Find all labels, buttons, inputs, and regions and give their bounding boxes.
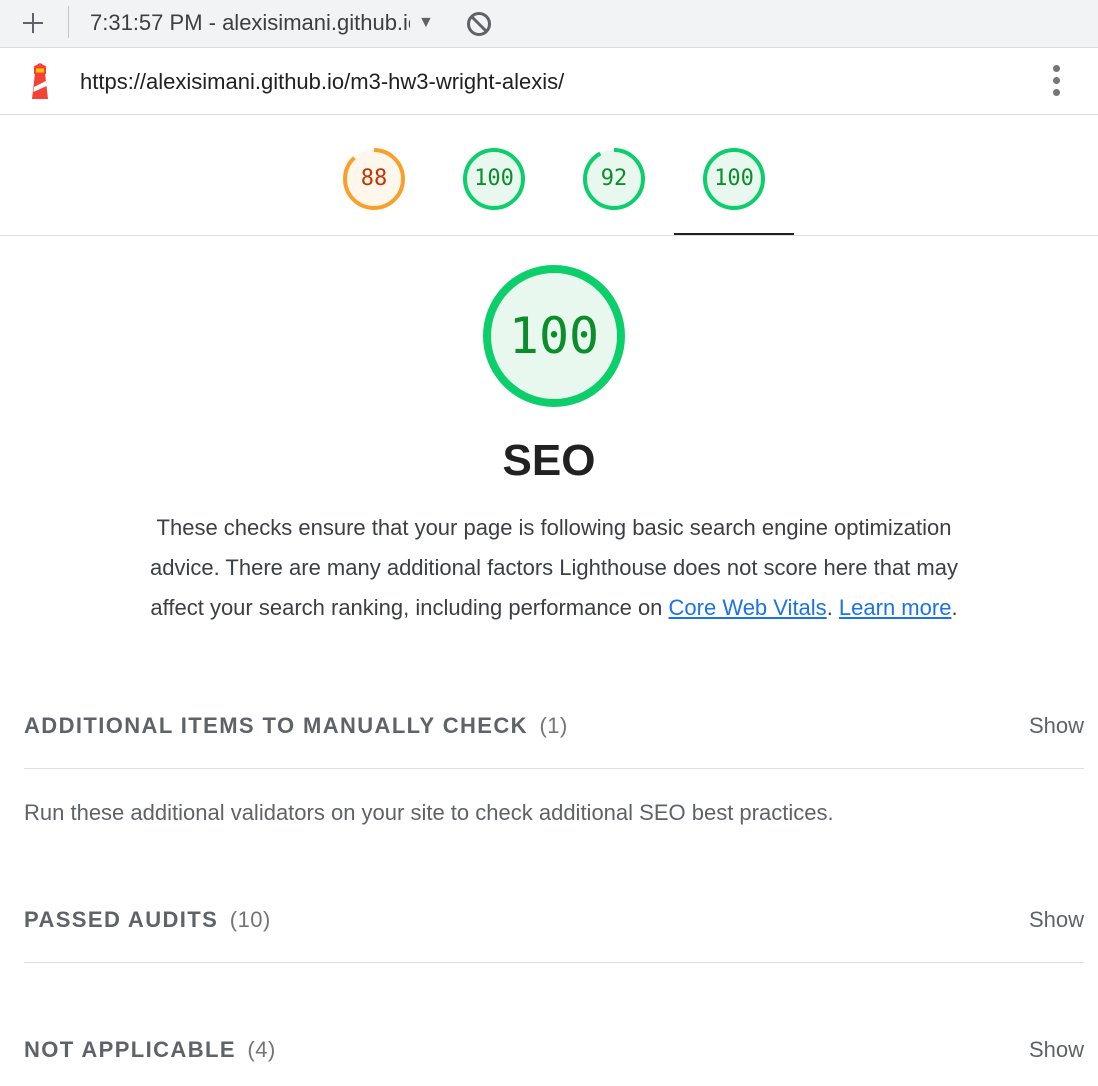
show-button[interactable]: Show (1029, 1037, 1084, 1063)
page-url: https://alexisimani.github.io/m3-hw3-wri… (80, 69, 565, 94)
group-not-applicable-header[interactable]: Not applicable (4) Show (24, 1029, 1084, 1069)
active-tab-indicator (674, 233, 794, 235)
category-description: These checks ensure that your page is fo… (150, 508, 958, 628)
group-count: (1) (539, 713, 568, 738)
score-tab-gauge[interactable]: 100 (461, 146, 527, 212)
score-tab-gauge[interactable]: 92 (581, 146, 647, 212)
report-selector-label: 7:31:57 PM - alexisimani.github.io (90, 10, 410, 35)
group-title: Not applicable (4) (24, 1037, 276, 1063)
group-title: Passed audits (10) (24, 907, 271, 933)
score-tab-gauge[interactable]: 88 (341, 146, 407, 212)
group-manual-header[interactable]: Additional items to manually check (1) S… (24, 705, 1084, 745)
group-count: (10) (229, 907, 271, 932)
group-divider (24, 962, 1084, 963)
url-bar: https://alexisimani.github.io/m3-hw3-wri… (0, 49, 1098, 115)
group-title-text: Not applicable (24, 1037, 236, 1062)
description-separator: . (826, 595, 839, 620)
score-tab-gauge[interactable]: 100 (701, 146, 767, 212)
lighthouse-logo-icon (26, 63, 54, 101)
category-score-gauge: 100 (480, 262, 628, 410)
report-toolbar: 7:31:57 PM - alexisimani.github.io ▼ (0, 0, 1098, 48)
group-title-text: Passed audits (24, 907, 219, 932)
report-selector[interactable]: 7:31:57 PM - alexisimani.github.io ▼ (90, 9, 434, 37)
group-description: Run these additional validators on your … (24, 800, 834, 825)
more-vert-icon[interactable] (1046, 63, 1068, 99)
group-passed-header[interactable]: Passed audits (10) Show (24, 899, 1084, 939)
score-tab-value: 92 (600, 166, 628, 191)
plus-icon[interactable] (20, 10, 46, 36)
description-end: . (951, 595, 958, 620)
clear-icon[interactable] (465, 10, 493, 38)
score-tab-value: 100 (714, 166, 754, 191)
score-tab-value: 88 (360, 166, 388, 191)
core-web-vitals-link[interactable]: Core Web Vitals (669, 595, 827, 620)
show-button[interactable]: Show (1029, 713, 1084, 739)
group-count: (4) (247, 1037, 276, 1062)
category-score-value: 100 (508, 307, 600, 365)
group-title-text: Additional items to manually check (24, 713, 528, 738)
category-score-tabs: 88 100 92 100 (0, 116, 1098, 236)
group-divider (24, 768, 1084, 769)
chevron-down-icon: ▼ (418, 14, 434, 31)
score-tab-value: 100 (474, 166, 514, 191)
toolbar-divider (68, 6, 69, 38)
category-title: SEO (502, 436, 596, 485)
learn-more-link[interactable]: Learn more (839, 595, 952, 620)
show-button[interactable]: Show (1029, 907, 1084, 933)
group-title: Additional items to manually check (1) (24, 713, 568, 739)
